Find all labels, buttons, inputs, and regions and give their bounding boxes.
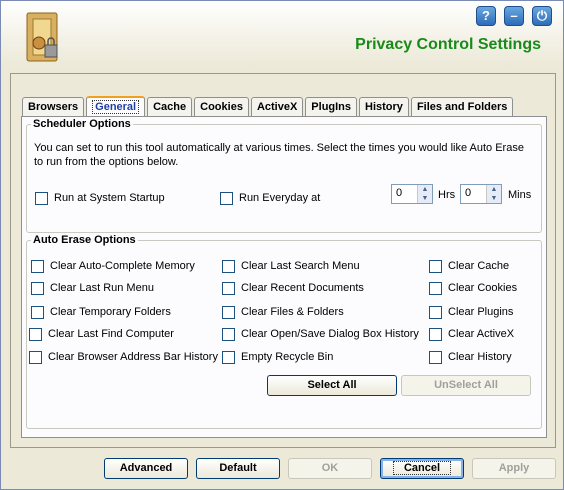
- privacy-control-window: ? – ⏻ Privacy Control Settings Browsers G…: [0, 0, 564, 490]
- minimize-button[interactable]: –: [504, 6, 524, 26]
- clear-activex-checkbox[interactable]: Clear ActiveX: [429, 328, 514, 342]
- empty-recycle-bin-checkbox[interactable]: Empty Recycle Bin: [222, 351, 333, 365]
- checkbox-box: [222, 351, 235, 364]
- tab-general-label: General: [92, 100, 140, 114]
- clear-last-run-menu-checkbox[interactable]: Clear Last Run Menu: [31, 282, 154, 296]
- tab-plugins[interactable]: PlugIns: [305, 97, 358, 117]
- clear-browser-address-bar-history-checkbox[interactable]: Clear Browser Address Bar History: [29, 351, 218, 365]
- checkbox-box: [220, 192, 233, 205]
- scheduler-description: You can set to run this tool automatical…: [34, 142, 524, 168]
- select-all-button[interactable]: Select All: [267, 375, 397, 396]
- scheduler-options-group: Scheduler Options You can set to run thi…: [26, 118, 542, 233]
- minutes-up-arrow-icon[interactable]: ▲: [487, 185, 501, 194]
- clear-recent-documents-checkbox[interactable]: Clear Recent Documents: [222, 282, 364, 296]
- clear-auto-complete-checkbox[interactable]: Clear Auto-Complete Memory: [31, 260, 195, 274]
- checkbox-box: [31, 306, 44, 319]
- clear-last-search-menu-checkbox[interactable]: Clear Last Search Menu: [222, 260, 360, 274]
- default-button[interactable]: Default: [196, 458, 280, 479]
- checkbox-label: Clear Temporary Folders: [50, 306, 171, 318]
- hours-up-arrow-icon[interactable]: ▲: [418, 185, 432, 194]
- checkbox-box: [429, 260, 442, 273]
- checkbox-box: [429, 306, 442, 319]
- apply-button[interactable]: Apply: [472, 458, 556, 479]
- checkbox-box: [35, 192, 48, 205]
- clear-plugins-checkbox[interactable]: Clear Plugins: [429, 306, 513, 320]
- hours-label: Hrs: [438, 189, 456, 201]
- run-everyday-checkbox[interactable]: Run Everyday at: [220, 192, 320, 206]
- ok-button[interactable]: OK: [288, 458, 372, 479]
- cancel-button-label: Cancel: [392, 461, 452, 475]
- general-tab-panel: Scheduler Options You can set to run thi…: [21, 116, 547, 438]
- checkbox-label: Clear Open/Save Dialog Box History: [241, 328, 419, 340]
- checkbox-box: [222, 328, 235, 341]
- tab-files-and-folders[interactable]: Files and Folders: [410, 97, 514, 117]
- help-button[interactable]: ?: [476, 6, 496, 26]
- app-title: Privacy Control Settings: [355, 36, 541, 53]
- minutes-spinner-arrows: ▲ ▼: [486, 185, 501, 203]
- unselect-all-button[interactable]: UnSelect All: [401, 375, 531, 396]
- run-everyday-label: Run Everyday at: [239, 192, 321, 204]
- scheduler-options-legend: Scheduler Options: [33, 118, 131, 130]
- checkbox-box: [429, 351, 442, 364]
- checkbox-label: Empty Recycle Bin: [241, 351, 334, 363]
- app-logo-icon: [26, 12, 58, 62]
- checkbox-box: [29, 328, 42, 341]
- auto-erase-options-legend: Auto Erase Options: [33, 234, 136, 246]
- clear-open-save-dialog-checkbox[interactable]: Clear Open/Save Dialog Box History: [222, 328, 419, 342]
- checkbox-label: Clear Last Find Computer: [48, 328, 174, 340]
- checkbox-box: [222, 306, 235, 319]
- tab-general[interactable]: General: [86, 96, 146, 118]
- checkbox-label: Clear Recent Documents: [241, 282, 364, 294]
- checkbox-box: [222, 282, 235, 295]
- checkbox-box: [222, 260, 235, 273]
- minutes-down-arrow-icon[interactable]: ▼: [487, 194, 501, 203]
- minutes-label: Mins: [508, 189, 532, 201]
- hours-value: 0: [396, 187, 403, 199]
- clear-cookies-checkbox[interactable]: Clear Cookies: [429, 282, 517, 296]
- clear-history-checkbox[interactable]: Clear History: [429, 351, 512, 365]
- minutes-spinner[interactable]: 0 ▲ ▼: [460, 184, 502, 204]
- tab-cache[interactable]: Cache: [147, 97, 193, 117]
- checkbox-label: Clear Cookies: [448, 282, 518, 294]
- checkbox-label: Clear Last Search Menu: [241, 260, 360, 272]
- checkbox-label: Clear Cache: [448, 260, 510, 272]
- checkbox-label: Clear Files & Folders: [241, 306, 344, 318]
- checkbox-box: [31, 260, 44, 273]
- tab-history[interactable]: History: [359, 97, 409, 117]
- run-at-startup-checkbox[interactable]: Run at System Startup: [35, 192, 165, 206]
- minutes-value: 0: [465, 187, 472, 199]
- header: ? – ⏻ Privacy Control Settings: [1, 1, 563, 67]
- power-button[interactable]: ⏻: [532, 6, 552, 26]
- auto-erase-options-group: Auto Erase Options Clear Auto-Complete M…: [26, 234, 542, 429]
- hours-down-arrow-icon[interactable]: ▼: [418, 194, 432, 203]
- checkbox-label: Clear Auto-Complete Memory: [50, 260, 195, 272]
- checkbox-box: [31, 282, 44, 295]
- checkbox-box: [29, 351, 42, 364]
- tab-activex[interactable]: ActiveX: [250, 97, 304, 117]
- clear-temporary-folders-checkbox[interactable]: Clear Temporary Folders: [31, 306, 171, 320]
- checkbox-label: Clear Plugins: [448, 306, 514, 318]
- checkbox-box: [429, 328, 442, 341]
- main-panel: Browsers General Cache Cookies ActiveX PlugIn…: [10, 73, 556, 448]
- tab-cookies[interactable]: Cookies: [194, 97, 249, 117]
- checkbox-label: Clear Last Run Menu: [50, 282, 154, 294]
- run-at-startup-label: Run at System Startup: [54, 192, 165, 204]
- advanced-button[interactable]: Advanced: [104, 458, 188, 479]
- checkbox-box: [429, 282, 442, 295]
- tab-strip: Browsers General Cache Cookies ActiveX PlugIn…: [22, 95, 515, 118]
- checkbox-label: Clear Browser Address Bar History: [48, 351, 218, 363]
- cancel-button[interactable]: Cancel: [380, 458, 464, 479]
- clear-files-folders-checkbox[interactable]: Clear Files & Folders: [222, 306, 344, 320]
- clear-last-find-computer-checkbox[interactable]: Clear Last Find Computer: [29, 328, 174, 342]
- hours-spinner[interactable]: 0 ▲ ▼: [391, 184, 433, 204]
- checkbox-label: Clear ActiveX: [448, 328, 515, 340]
- checkbox-label: Clear History: [448, 351, 512, 363]
- hours-spinner-arrows: ▲ ▼: [417, 185, 432, 203]
- clear-cache-checkbox[interactable]: Clear Cache: [429, 260, 509, 274]
- tab-browsers[interactable]: Browsers: [22, 97, 85, 117]
